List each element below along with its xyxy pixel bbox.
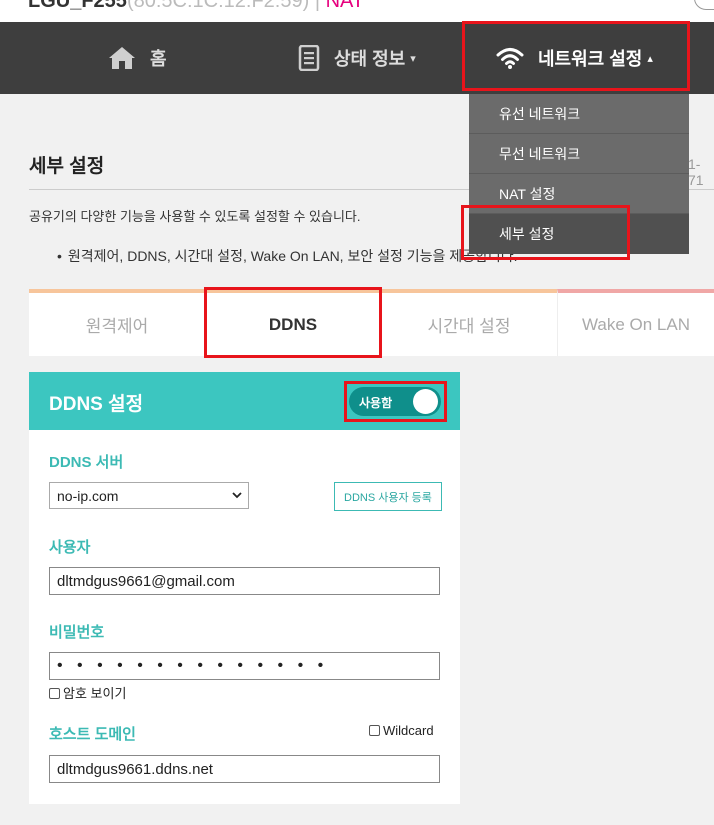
show-password-label: 암호 보이기 xyxy=(63,686,127,701)
user-input[interactable]: dltmdgus9661@gmail.com xyxy=(49,567,440,595)
device-mac: (80:5C:1C:12:F2:59) xyxy=(126,0,310,12)
page-title: 세부 설정 xyxy=(29,156,105,177)
ddns-panel-header: DDNS 설정 사용함 xyxy=(29,372,460,430)
settings-tabs: 원격제어 DDNS 시간대 설정 Wake On LAN xyxy=(29,289,714,356)
chevron-up-icon: ▴ xyxy=(647,52,653,65)
ddns-panel: DDNS 설정 사용함 DDNS 서버 no-ip.com DDNS 사용자 등… xyxy=(29,372,460,804)
host-domain-label: 호스트 도메인 xyxy=(49,726,136,743)
document-icon xyxy=(298,45,320,71)
ddns-enable-toggle[interactable]: 사용함 xyxy=(349,387,441,416)
chevron-down-icon xyxy=(232,492,242,499)
device-mode: NAT xyxy=(325,0,365,12)
nav-status[interactable]: 상태 정보 ▾ xyxy=(298,22,416,94)
password-input[interactable]: • • • • • • • • • • • • • • xyxy=(49,652,440,680)
logout-pill-button[interactable] xyxy=(694,0,714,10)
dropdown-item-advanced[interactable]: 세부 설정 xyxy=(469,214,689,254)
wildcard-option[interactable]: Wildcard xyxy=(369,723,434,738)
top-strip: LGU_F255(80:5C:1C:12:F2:59) | NAT xyxy=(0,0,714,22)
ddns-panel-title: DDNS 설정 xyxy=(49,394,144,415)
page-right-cut-text: 1-71 xyxy=(688,156,704,188)
wildcard-label: Wildcard xyxy=(383,723,434,738)
ddns-server-select[interactable]: no-ip.com xyxy=(49,482,249,509)
show-password-checkbox[interactable] xyxy=(49,688,60,699)
toggle-label: 사용함 xyxy=(359,396,393,410)
home-icon xyxy=(108,46,136,70)
password-label: 비밀번호 xyxy=(49,624,105,641)
device-name: LGU_F255 xyxy=(28,0,127,12)
nav-home-label: 홈 xyxy=(150,49,167,69)
tab-ddns[interactable]: DDNS xyxy=(205,289,381,356)
tab-timezone[interactable]: 시간대 설정 xyxy=(381,289,557,356)
page-bullet: • 원격제어, DDNS, 시간대 설정, Wake On LAN, 보안 설정 … xyxy=(57,246,518,266)
host-domain-input[interactable]: dltmdgus9661.ddns.net xyxy=(49,755,440,783)
device-separator: | xyxy=(314,0,321,12)
show-password-option[interactable]: 암호 보이기 xyxy=(49,683,126,702)
dropdown-item-wireless[interactable]: 무선 네트워크 xyxy=(469,134,689,174)
dropdown-item-wired[interactable]: 유선 네트워크 xyxy=(469,94,689,134)
user-label: 사용자 xyxy=(49,539,91,556)
nav-status-label: 상태 정보 xyxy=(334,49,406,69)
chevron-down-icon: ▾ xyxy=(410,52,416,65)
wifi-icon xyxy=(496,47,524,69)
toggle-knob xyxy=(413,389,438,414)
device-title: LGU_F255(80:5C:1C:12:F2:59) | NAT xyxy=(28,0,364,13)
ddns-register-button[interactable]: DDNS 사용자 등록 xyxy=(334,482,442,511)
nav-network-label: 네트워크 설정 xyxy=(538,49,643,69)
bullet-dot: • xyxy=(57,248,62,264)
page-bullet-text: 원격제어, DDNS, 시간대 설정, Wake On LAN, 보안 설정 기… xyxy=(67,248,518,264)
tab-wake-on-lan[interactable]: Wake On LAN xyxy=(557,289,714,356)
ddns-server-value: no-ip.com xyxy=(57,487,119,504)
ddns-server-label: DDNS 서버 xyxy=(49,454,124,471)
tab-remote-control[interactable]: 원격제어 xyxy=(29,289,205,356)
network-dropdown: 유선 네트워크 무선 네트워크 NAT 설정 세부 설정 xyxy=(469,94,689,254)
page-description: 공유기의 다양한 기능을 사용할 수 있도록 설정할 수 있습니다. xyxy=(29,209,361,224)
top-navbar: 홈 상태 정보 ▾ 네트워크 설정 ▴ xyxy=(0,22,714,94)
wildcard-checkbox[interactable] xyxy=(369,725,380,736)
nav-home[interactable]: 홈 xyxy=(108,22,167,94)
nav-network[interactable]: 네트워크 설정 ▴ xyxy=(496,22,653,94)
dropdown-item-nat[interactable]: NAT 설정 xyxy=(469,174,689,214)
